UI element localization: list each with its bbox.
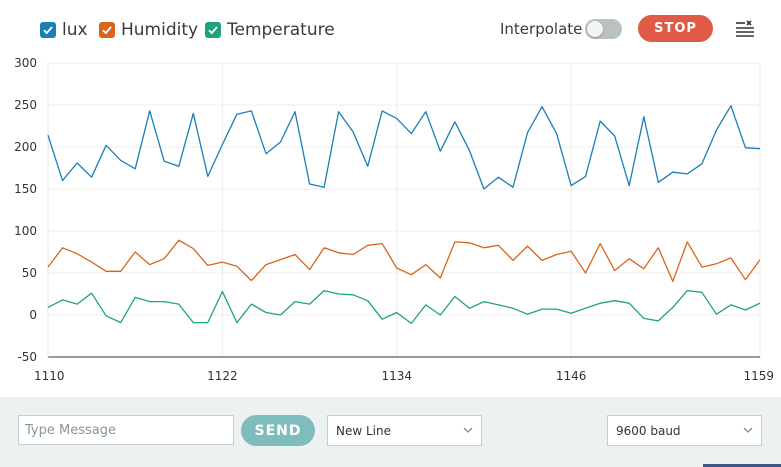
toolbar: lux Humidity Temperature Interpolate STO… (0, 0, 781, 58)
list-settings-icon[interactable] (735, 19, 755, 39)
y-tick-label: 250 (14, 98, 37, 112)
series-line-temperature (47, 289, 761, 325)
y-tick-label: 0 (29, 308, 37, 322)
line-ending-value: New Line (336, 423, 391, 438)
legend-label: Temperature (227, 20, 335, 40)
legend-label: Humidity (121, 20, 199, 40)
serial-plot-chart: 300250200150100500-50 1110 1122 1134 1146 11… (14, 58, 774, 383)
chevron-down-icon (743, 427, 753, 433)
checkbox-checked-icon[interactable] (99, 22, 115, 38)
stop-button[interactable]: STOP (638, 15, 713, 42)
checkbox-checked-icon[interactable] (205, 22, 221, 38)
baud-rate-value: 9600 baud (616, 423, 681, 438)
y-tick-label: 300 (14, 58, 37, 70)
interpolate-toggle[interactable] (585, 19, 622, 39)
y-tick-label: 100 (14, 224, 37, 238)
message-input[interactable] (18, 415, 234, 445)
y-axis-ticks: 300 250 200 150 100 50 0 -50 (14, 58, 37, 364)
series-line-humidity (47, 239, 761, 283)
x-tick-label: 1122 (207, 369, 238, 383)
legend-item-temperature[interactable]: Temperature (205, 19, 335, 41)
chevron-down-icon (463, 427, 473, 433)
send-bar: SEND New Line 9600 baud (0, 397, 781, 467)
y-tick-label: 200 (14, 140, 37, 154)
x-axis-ticks: 1110 1122 1134 1146 1159 (34, 369, 774, 383)
checkbox-checked-icon[interactable] (40, 22, 56, 38)
legend-item-lux[interactable]: lux (40, 19, 88, 41)
interpolate-label: Interpolate (500, 20, 583, 38)
y-tick-label: 50 (22, 266, 37, 280)
legend-label: lux (62, 20, 88, 40)
y-tick-label: -50 (17, 350, 37, 364)
line-ending-select[interactable]: New Line (327, 415, 482, 446)
x-tick-label: 1159 (743, 369, 774, 383)
x-tick-label: 1110 (34, 369, 65, 383)
x-tick-label: 1134 (381, 369, 412, 383)
send-button[interactable]: SEND (241, 415, 315, 446)
chart-series (47, 105, 761, 325)
x-tick-label: 1146 (556, 369, 587, 383)
baud-rate-select[interactable]: 9600 baud (607, 415, 762, 446)
legend-item-humidity[interactable]: Humidity (99, 19, 198, 41)
y-tick-label: 150 (14, 182, 37, 196)
chart-grid (47, 62, 761, 358)
toggle-knob (587, 21, 603, 37)
